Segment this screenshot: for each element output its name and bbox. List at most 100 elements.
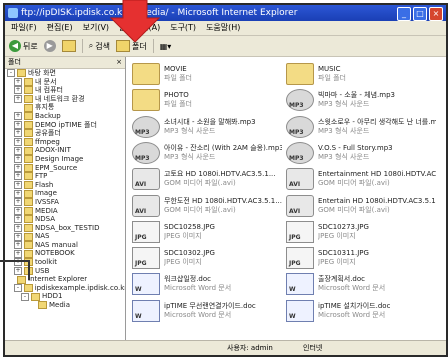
file-item[interactable]: AVI 고토요 HD 1080i.HDTV.AC3.5.1... GOM 미디어 파… — [132, 168, 282, 191]
file-type: 파일 폴더 — [164, 100, 192, 109]
tree-item-label: NOTEBOOK — [35, 249, 75, 258]
tree-expander[interactable]: + — [14, 163, 22, 172]
tree-expander[interactable]: + — [14, 155, 22, 164]
tree-item[interactable]: - 바탕 화면 — [5, 69, 125, 78]
tree-item[interactable]: + 공유폴더 — [5, 129, 125, 138]
file-item[interactable]: AVI 무한도전 HD 1080i.HDTV.AC3.5.1... GOM 미디어 … — [132, 194, 282, 217]
jpg-file-icon: JPG — [132, 220, 160, 243]
tree-item[interactable]: + 내 문서 — [5, 78, 125, 87]
maximize-button[interactable]: □ — [413, 7, 427, 21]
tree-item[interactable]: + ffmpeg — [5, 138, 125, 147]
tree-expander[interactable]: + — [14, 146, 22, 155]
avi-file-icon: AVI — [132, 194, 160, 217]
file-text: 워크샵일정.doc Microsoft Word 문서 — [164, 275, 231, 293]
file-item[interactable]: JPG SDC10302.JPG JPEG 이미지 — [132, 247, 282, 270]
tree-item[interactable]: + DEMO ipTIME 폴더 — [5, 121, 125, 130]
tree-item[interactable]: + Design Image — [5, 155, 125, 164]
search-icon: ⌕ — [88, 41, 94, 50]
tree-expander[interactable]: + — [14, 215, 22, 224]
folders-pane-close-button[interactable]: × — [116, 57, 122, 68]
folder-icon — [24, 146, 33, 155]
file-item[interactable]: W 출장계획서.doc Microsoft Word 문서 — [286, 273, 436, 296]
up-folder-button[interactable] — [61, 40, 76, 52]
tree-expander[interactable]: + — [14, 172, 22, 181]
tree-item[interactable]: + Backup — [5, 112, 125, 121]
search-button[interactable]: ⌕ 검색 — [89, 41, 110, 52]
file-type: MP3 형식 사운드 — [318, 152, 370, 161]
minimize-button[interactable]: _ — [397, 7, 411, 21]
file-item[interactable]: MP3 V.O.S - Full Story.mp3 MP3 형식 사운드 — [286, 141, 436, 164]
toolbar-separator — [81, 39, 83, 53]
tree-expander[interactable]: + — [14, 206, 22, 215]
menu-help[interactable]: 도움말(H) — [206, 21, 240, 35]
forward-arrow-icon: ▶ — [43, 40, 56, 52]
tree-item[interactable]: + NAS manual — [5, 241, 125, 250]
tree-expander[interactable]: + — [14, 249, 22, 258]
file-item[interactable]: MP3 스윗소로우 - 아무리 생각해도 난 너를.mp3 MP3 형식 사운드 — [286, 115, 436, 138]
tree-item[interactable]: + NDSA — [5, 215, 125, 224]
tree-item[interactable]: + 내 컴퓨터 — [5, 86, 125, 95]
file-item[interactable]: MP3 아이유 - 잔소리 (With 2AM 슬옹).mp3 MP3 형식 사운드 — [132, 141, 282, 164]
tree-expander[interactable]: + — [14, 86, 22, 95]
file-text: ipTIME 무선랜연결가이드.doc Microsoft Word 문서 — [164, 302, 256, 320]
tree-item[interactable]: + IVSSFA — [5, 198, 125, 207]
tree-item[interactable]: + ADOX-INIT — [5, 146, 125, 155]
tree-item[interactable]: + NAS — [5, 232, 125, 241]
menu-edit[interactable]: 편집(E) — [47, 21, 73, 35]
menu-tools[interactable]: 도구(T) — [170, 21, 196, 35]
tree-item[interactable]: Media — [5, 301, 125, 310]
tree-expander[interactable]: + — [14, 95, 22, 104]
file-item[interactable]: AVI Entertainment HD 1080i.HDTV.AC3.5.1..… — [286, 168, 436, 191]
tree-item[interactable]: + EPM_Source — [5, 164, 125, 173]
views-button[interactable]: ▦▾ — [160, 42, 172, 51]
tree-item[interactable]: + NOTEBOOK — [5, 249, 125, 258]
tree-item[interactable]: + MEDIA — [5, 207, 125, 216]
tree-expander[interactable]: + — [14, 129, 22, 138]
file-item[interactable]: W 워크샵일정.doc Microsoft Word 문서 — [132, 273, 282, 296]
tree-item[interactable]: - ipdiskexample.ipdisk.co.kr — [5, 284, 125, 293]
folders-pane-header: 폴더 × — [5, 57, 125, 69]
tree-expander[interactable]: + — [14, 112, 22, 121]
tree-item[interactable]: + Image — [5, 189, 125, 198]
tree-expander[interactable]: + — [14, 198, 22, 207]
tree-expander[interactable]: + — [14, 138, 22, 147]
tree-expander[interactable]: + — [14, 181, 22, 190]
file-item[interactable]: MP3 빅마마 - 소울 - 체념.mp3 MP3 형식 사운드 — [286, 89, 436, 112]
file-item[interactable]: MP3 소녀시대 - 소원을 말해봐.mp3 MP3 형식 사운드 — [132, 115, 282, 138]
tree-expander[interactable]: + — [14, 120, 22, 129]
menu-file[interactable]: 파일(F) — [11, 21, 37, 35]
file-item[interactable]: MUSIC 파일 폴더 — [286, 63, 436, 85]
file-text: MOVIE 파일 폴더 — [164, 65, 192, 83]
menu-view[interactable]: 보기(V) — [83, 21, 109, 35]
tree-item[interactable]: + 내 네트워크 환경 — [5, 95, 125, 104]
tree-item[interactable]: + FTP — [5, 172, 125, 181]
file-type-tag: JPG — [135, 233, 147, 241]
file-item[interactable]: PHOTO 파일 폴더 — [132, 89, 282, 112]
file-item[interactable]: JPG SDC10273.JPG JPEG 이미지 — [286, 220, 436, 243]
tree-expander[interactable]: + — [14, 223, 22, 232]
file-item[interactable]: JPG SDC10258.JPG JPEG 이미지 — [132, 220, 282, 243]
file-type: Microsoft Word 문서 — [164, 310, 232, 319]
back-button[interactable]: ◀ 뒤로 — [9, 40, 38, 52]
close-button[interactable]: × — [429, 7, 443, 21]
tree-expander[interactable]: - — [21, 292, 29, 301]
tree-expander[interactable]: + — [14, 241, 22, 250]
file-item[interactable]: AVI Entertain HD 1080i.HDTV.AC3.5.1... GOM… — [286, 194, 436, 217]
file-text: MUSIC 파일 폴더 — [318, 65, 346, 83]
tree-expander[interactable]: + — [14, 77, 22, 86]
file-type: MP3 형식 사운드 — [318, 100, 370, 109]
tree-item[interactable]: + NDSA_box_TESTID — [5, 224, 125, 233]
tree-item[interactable]: + Flash — [5, 181, 125, 190]
tree-item[interactable]: 휴지통 — [5, 103, 125, 112]
tree-expander[interactable]: - — [7, 69, 15, 78]
tree-expander[interactable]: - — [14, 284, 22, 293]
file-item[interactable]: MOVIE 파일 폴더 — [132, 63, 282, 85]
tree-expander[interactable]: + — [14, 189, 22, 198]
title-bar[interactable]: ftp://ipDISK.ipdisk.co.kr/ · media/ - Mi… — [5, 5, 446, 21]
tree-expander[interactable]: + — [14, 232, 22, 241]
forward-button[interactable]: ▶ — [43, 40, 56, 52]
file-item[interactable]: WipTIME 설치가이드.doc Microsoft Word 문서 — [286, 299, 436, 322]
tree-item[interactable]: - HDD1 — [5, 292, 125, 301]
file-item[interactable]: JPG SDC10311.JPG JPEG 이미지 — [286, 247, 436, 270]
file-item[interactable]: WipTIME 무선랜연결가이드.doc Microsoft Word 문서 — [132, 299, 282, 322]
